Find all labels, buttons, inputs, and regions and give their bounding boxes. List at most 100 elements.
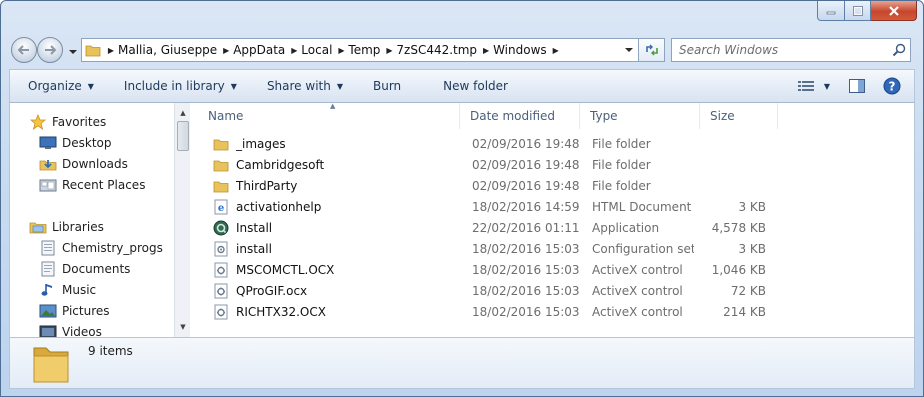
column-header-type[interactable]: Type xyxy=(580,103,700,129)
minimize-button[interactable] xyxy=(817,1,845,21)
nav-scrollbar[interactable]: ▲ ▼ xyxy=(174,103,190,337)
new-folder-label[interactable]: New folder xyxy=(443,79,508,93)
file-name[interactable]: MSCOMCTL.OCX xyxy=(236,263,334,277)
search-box[interactable]: Search Windows xyxy=(671,38,911,62)
breadcrumb-label[interactable]: Windows xyxy=(493,43,549,57)
breadcrumb-item[interactable]: ▶ 7zSC442.tmp xyxy=(382,39,479,61)
file-row[interactable]: _images 02/09/2016 19:48 File folder xyxy=(198,133,914,154)
file-row[interactable]: Cambridgesoft 02/09/2016 19:48 File fold… xyxy=(198,154,914,175)
scroll-down-icon[interactable]: ▼ xyxy=(175,319,191,335)
nav-libraries-label[interactable]: Libraries xyxy=(52,220,104,234)
search-icon[interactable] xyxy=(888,43,910,57)
nav-item-label[interactable]: Recent Places xyxy=(62,178,145,192)
file-name[interactable]: ThirdParty xyxy=(236,179,297,193)
scroll-up-icon[interactable]: ▲ xyxy=(175,105,191,121)
file-row[interactable]: QProGIF.ocx 18/02/2016 15:03 ActiveX con… xyxy=(198,280,914,301)
file-name[interactable]: _images xyxy=(236,137,286,151)
file-name-cell[interactable]: ThirdParty xyxy=(198,175,460,196)
nav-item-label[interactable]: Downloads xyxy=(62,157,128,171)
breadcrumb-label[interactable]: Local xyxy=(301,43,334,57)
column-header-date-modified[interactable]: Date modified xyxy=(460,103,580,129)
file-name-cell[interactable]: MSCOMCTL.OCX xyxy=(198,259,460,280)
file-name-cell[interactable]: Install xyxy=(198,217,460,238)
file-row[interactable]: Install 22/02/2016 01:11 Application 4,5… xyxy=(198,217,914,238)
nav-item-label[interactable]: Chemistry_progs xyxy=(62,241,163,255)
file-name-cell[interactable]: install xyxy=(198,238,460,259)
scroll-thumb[interactable] xyxy=(177,121,189,151)
nav-item-label[interactable]: Pictures xyxy=(62,304,110,318)
breadcrumb-item[interactable]: ▶ AppData xyxy=(219,39,287,61)
address-bar[interactable]: ▶ Mallia, Giuseppe ▶ AppData ▶ Local ▶ T… xyxy=(81,38,639,62)
nav-item-label[interactable]: Videos xyxy=(62,325,102,337)
organize-button[interactable]: Organize ▼ xyxy=(10,70,104,102)
nav-item-documents[interactable]: Documents xyxy=(38,259,130,279)
forward-button[interactable] xyxy=(37,37,63,63)
back-button[interactable] xyxy=(11,37,37,63)
file-name[interactable]: RICHTX32.OCX xyxy=(236,305,326,319)
nav-favorites[interactable]: Favorites xyxy=(28,112,106,132)
maximize-button[interactable] xyxy=(845,1,871,21)
breadcrumb-label[interactable]: Temp xyxy=(348,43,382,57)
breadcrumb-separator-icon[interactable]: ▶ xyxy=(479,46,493,55)
file-name-cell[interactable]: Cambridgesoft xyxy=(198,154,460,175)
file-name[interactable]: activationhelp xyxy=(236,200,321,214)
refresh-button[interactable] xyxy=(639,38,665,62)
breadcrumb-separator-icon[interactable]: ▶ xyxy=(104,46,118,55)
share-with-button[interactable]: Share with ▼ xyxy=(247,70,353,102)
include-in-library-button[interactable]: Include in library ▼ xyxy=(104,70,247,102)
file-row[interactable]: RICHTX32.OCX 18/02/2016 15:03 ActiveX co… xyxy=(198,301,914,322)
nav-item-recent-places[interactable]: Recent Places xyxy=(38,175,145,195)
breadcrumb-item[interactable]: ▶ Temp xyxy=(334,39,382,61)
breadcrumb-separator-icon[interactable]: ▶ xyxy=(287,46,301,55)
change-view-button[interactable]: ▼ xyxy=(792,74,836,98)
file-name-cell[interactable]: e activationhelp xyxy=(198,196,460,217)
file-name[interactable]: install xyxy=(236,242,272,256)
breadcrumb-label[interactable]: AppData xyxy=(233,43,287,57)
nav-item-downloads[interactable]: Downloads xyxy=(38,154,128,174)
breadcrumb-item[interactable]: ▶ xyxy=(549,39,563,61)
nav-item-chemistry-progs[interactable]: Chemistry_progs xyxy=(38,238,163,258)
file-name[interactable]: Install xyxy=(236,221,272,235)
preview-pane-button[interactable] xyxy=(842,74,872,98)
file-name-cell[interactable]: RICHTX32.OCX xyxy=(198,301,460,322)
close-button[interactable] xyxy=(871,1,917,21)
file-name[interactable]: QProGIF.ocx xyxy=(236,284,307,298)
nav-item-pictures[interactable]: Pictures xyxy=(38,301,110,321)
file-name-cell[interactable]: _images xyxy=(198,133,460,154)
recent-pages-dropdown[interactable] xyxy=(69,45,77,54)
new-folder-button[interactable]: New folder xyxy=(411,70,518,102)
include-in-library-label[interactable]: Include in library xyxy=(124,79,225,93)
breadcrumb-label[interactable]: 7zSC442.tmp xyxy=(396,43,479,57)
nav-item-videos[interactable]: Videos xyxy=(38,322,102,337)
file-name-cell[interactable]: QProGIF.ocx xyxy=(198,280,460,301)
nav-libraries[interactable]: Libraries xyxy=(28,217,104,237)
burn-button[interactable]: Burn xyxy=(353,70,411,102)
nav-item-desktop[interactable]: Desktop xyxy=(38,133,112,153)
breadcrumb-separator-icon[interactable]: ▶ xyxy=(549,46,563,55)
help-button[interactable]: ? xyxy=(878,74,906,98)
column-header-size[interactable]: Size xyxy=(700,103,778,129)
nav-item-music[interactable]: Music xyxy=(38,280,96,300)
file-row[interactable]: e activationhelp 18/02/2016 14:59 HTML D… xyxy=(198,196,914,217)
column-header-label[interactable]: Type xyxy=(590,109,618,123)
nav-item-label[interactable]: Desktop xyxy=(62,136,112,150)
breadcrumb-separator-icon[interactable]: ▶ xyxy=(334,46,348,55)
breadcrumb-item[interactable]: ▶ Windows xyxy=(479,39,549,61)
file-row[interactable]: install 18/02/2016 15:03 Configuration s… xyxy=(198,238,914,259)
share-with-label[interactable]: Share with xyxy=(267,79,331,93)
organize-label[interactable]: Organize xyxy=(28,79,82,93)
file-name[interactable]: Cambridgesoft xyxy=(236,158,324,172)
file-row[interactable]: ThirdParty 02/09/2016 19:48 File folder xyxy=(198,175,914,196)
breadcrumb-label[interactable]: Mallia, Giuseppe xyxy=(118,43,219,57)
column-header-label[interactable]: Name xyxy=(208,109,243,123)
breadcrumb-item[interactable]: ▶ Local xyxy=(287,39,334,61)
breadcrumb-item[interactable]: ▶ Mallia, Giuseppe xyxy=(104,39,219,61)
address-dropdown[interactable] xyxy=(620,39,638,61)
nav-favorites-label[interactable]: Favorites xyxy=(52,115,106,129)
burn-label[interactable]: Burn xyxy=(373,79,401,93)
nav-item-label[interactable]: Music xyxy=(62,283,96,297)
nav-item-label[interactable]: Documents xyxy=(62,262,130,276)
file-row[interactable]: MSCOMCTL.OCX 18/02/2016 15:03 ActiveX co… xyxy=(198,259,914,280)
breadcrumb-separator-icon[interactable]: ▶ xyxy=(382,46,396,55)
column-header-label[interactable]: Date modified xyxy=(470,109,555,123)
